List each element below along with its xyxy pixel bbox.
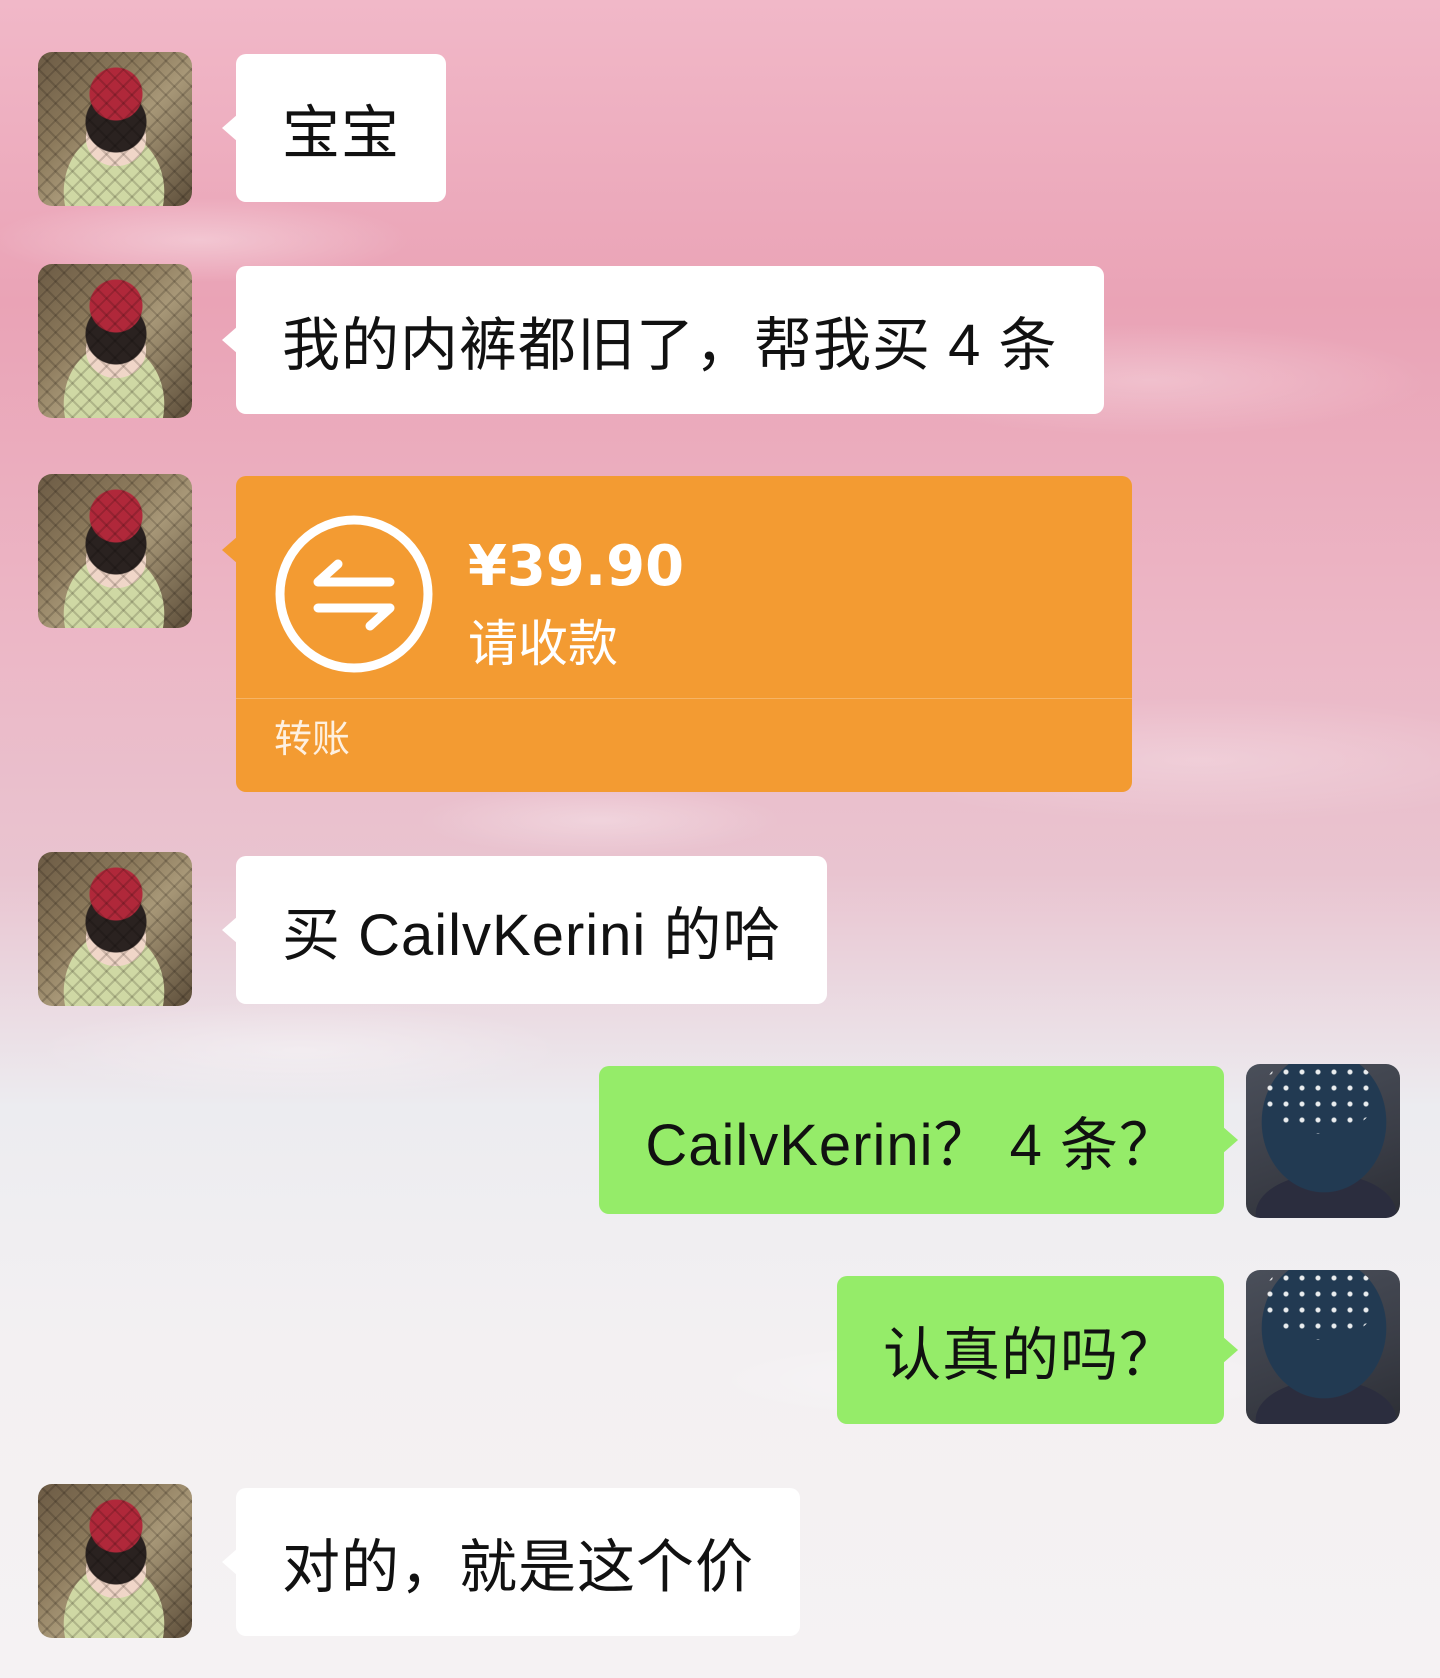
contact-avatar[interactable] [38,52,192,206]
message-text: 我的内裤都旧了，帮我买 4 条 [282,313,1058,378]
message-bubble-incoming[interactable]: 买 CailvKerini 的哈 [221,856,828,1004]
contact-avatar[interactable] [38,852,192,1006]
contact-avatar[interactable] [38,264,192,418]
chat-background [0,0,1440,1678]
contact-avatar[interactable] [38,1484,192,1638]
message-text: 买 CailvKerini 的哈 [282,903,782,968]
message-text: 认真的吗？ [882,1323,1178,1388]
message-bubble-incoming[interactable]: 对的，就是这个价 [221,1488,801,1636]
message-bubble-incoming[interactable]: 我的内裤都旧了，帮我买 4 条 [222,266,1104,414]
transfer-card[interactable]: ¥39.90 请收款 转账 [222,476,1132,792]
message-text: CailvKerini？ 4 条？ [645,1113,1178,1178]
transfer-status: 请收款 [468,616,618,672]
transfer-amount: ¥39.90 [468,534,685,599]
my-avatar[interactable] [1246,1064,1400,1218]
message-bubble-outgoing[interactable]: 认真的吗？ [836,1276,1239,1424]
transfer-arrows-icon [275,515,433,673]
message-bubble-incoming[interactable]: 宝宝 [221,54,447,202]
contact-avatar[interactable] [38,474,192,628]
message-text: 宝宝 [282,101,401,166]
message-text: 对的，就是这个价 [282,1535,755,1600]
transfer-divider [236,698,1132,699]
my-avatar[interactable] [1246,1270,1400,1424]
message-bubble-outgoing[interactable]: CailvKerini？ 4 条？ [599,1066,1238,1214]
transfer-label: 转账 [274,719,351,761]
